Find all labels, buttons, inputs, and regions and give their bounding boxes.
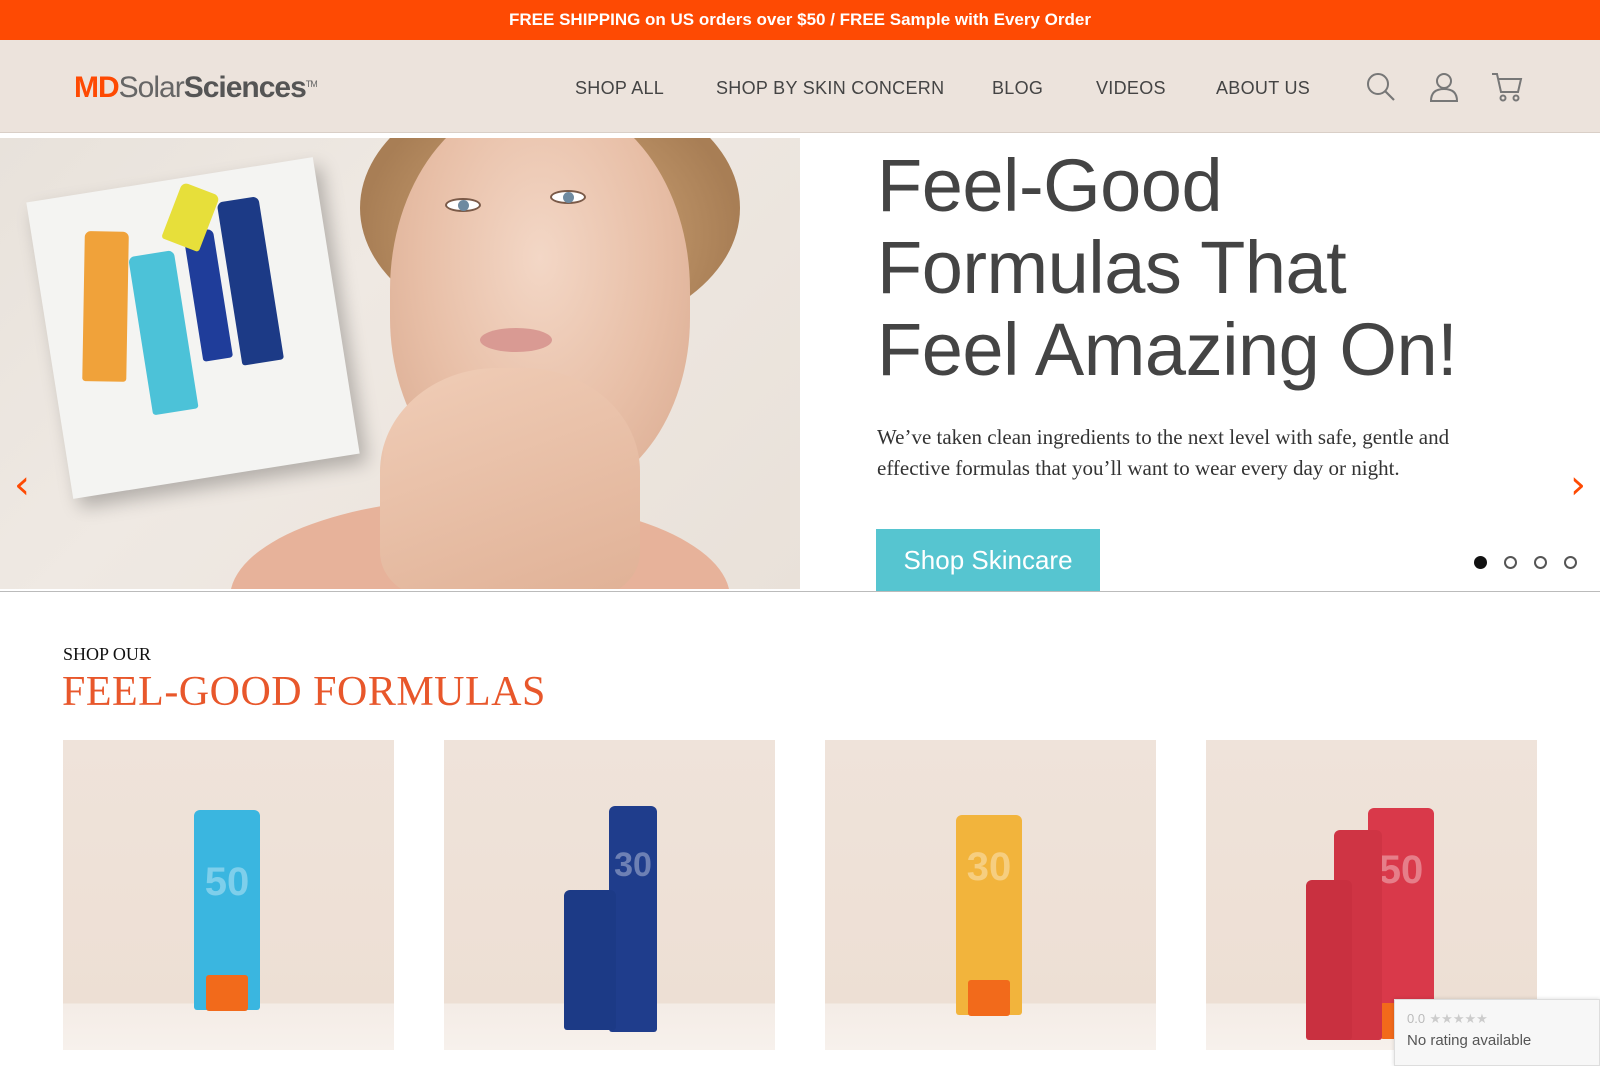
product-spf-1: 50 (204, 860, 250, 904)
product-card-2[interactable]: 30 (444, 740, 775, 1050)
nav-blog[interactable]: BLOG (992, 78, 1043, 99)
hero-model-lips (480, 328, 552, 352)
search-icon[interactable] (1364, 70, 1398, 104)
cart-icon[interactable] (1490, 70, 1524, 104)
shop-skincare-button[interactable]: Shop Skincare (876, 529, 1100, 591)
nav-about-us[interactable]: ABOUT US (1216, 78, 1310, 99)
hero-slider: ‹ › Feel-Good Formulas That Feel Amazing… (0, 134, 1600, 592)
slide-dot-4[interactable] (1564, 556, 1577, 569)
product-bottle-2b (564, 890, 616, 1030)
site-header: MDSolarSciencesTM SHOP ALL SHOP BY SKIN … (0, 40, 1600, 133)
hero-description: We’ve taken clean ingredients to the nex… (877, 425, 1450, 480)
product-polaroid (26, 157, 360, 499)
hero-title-line-2: Formulas That (877, 226, 1347, 309)
hero-title: Feel-Good Formulas That Feel Amazing On! (877, 144, 1458, 391)
nav-videos[interactable]: VIDEOS (1096, 78, 1166, 99)
promo-text: FREE SHIPPING on US orders over $50 / FR… (509, 10, 1091, 29)
hero-title-line-1: Feel-Good (877, 144, 1223, 227)
section-title: FEEL-GOOD FORMULAS (62, 669, 546, 715)
account-icon[interactable] (1427, 70, 1461, 104)
logo-solar: Solar (118, 71, 185, 104)
slide-dot-3[interactable] (1534, 556, 1547, 569)
promo-banner: FREE SHIPPING on US orders over $50 / FR… (0, 0, 1600, 40)
slide-dot-1[interactable] (1474, 556, 1487, 569)
slide-dot-2[interactable] (1504, 556, 1517, 569)
product-tube-3: 30 (956, 815, 1022, 1016)
logo-md: MD (74, 71, 120, 104)
product-spf-4: 50 (1378, 848, 1424, 892)
product-card-3[interactable]: 30 (825, 740, 1156, 1050)
hero-image (0, 138, 800, 589)
hero-next-arrow[interactable]: › (1570, 462, 1586, 508)
product-spf-2: 30 (614, 846, 652, 884)
hero-title-line-3: Feel Amazing On! (877, 308, 1458, 391)
rating-stars: 0.0 ★★★★★ (1407, 1010, 1587, 1028)
product-card-1[interactable]: 50 (63, 740, 394, 1050)
product-tube-1: 50 (194, 810, 260, 1011)
product-tube-4c (1306, 880, 1352, 1040)
nav-shop-all[interactable]: SHOP ALL (575, 78, 664, 99)
rating-score: 0.0 (1407, 1011, 1426, 1026)
hero-prev-arrow[interactable]: ‹ (14, 462, 30, 508)
rating-text: No rating available (1407, 1032, 1532, 1049)
rating-badge[interactable]: 0.0 ★★★★★ No rating available (1394, 999, 1600, 1066)
brand-logo[interactable]: MDSolarSciencesTM (74, 71, 318, 105)
section-eyebrow: SHOP OUR (63, 644, 151, 664)
hero-model-eye-right (550, 190, 586, 204)
slide-dots (1474, 556, 1577, 569)
product-bottle-2a: 30 (609, 806, 657, 1032)
product-spf-3: 30 (966, 845, 1012, 889)
nav-shop-by-skin-concern[interactable]: SHOP BY SKIN CONCERN (716, 78, 944, 99)
logo-tm: TM (305, 79, 318, 89)
hero-model-eye-left (445, 198, 481, 212)
logo-sciences: Sciences (183, 71, 307, 104)
hero-model-hand (380, 368, 640, 589)
rating-star-icons: ★★★★★ (1429, 1012, 1488, 1027)
